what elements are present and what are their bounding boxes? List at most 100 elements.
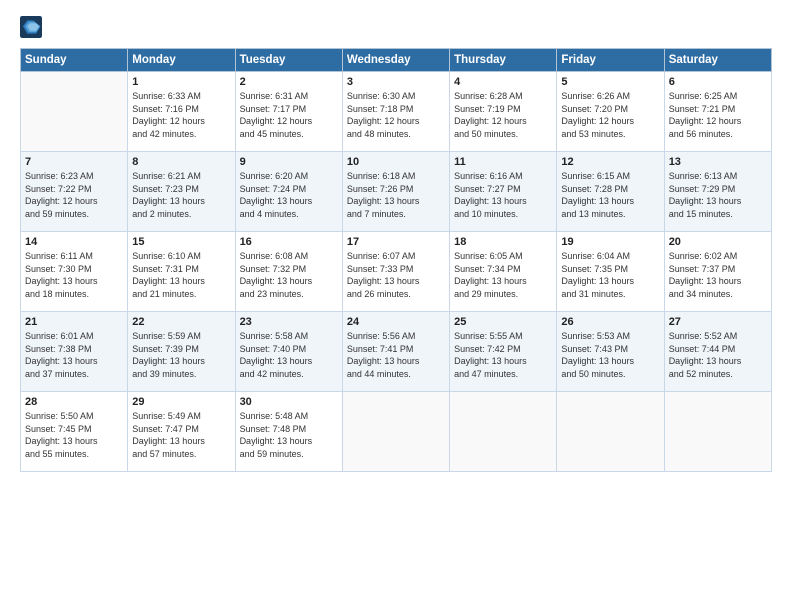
calendar-cell: 2 Sunrise: 6:31 AM Sunset: 7:17 PM Daylig… [235,72,342,152]
day-number: 23 [240,316,338,328]
day-detail: Sunrise: 5:58 AM Sunset: 7:40 PM Dayligh… [240,330,338,380]
day-number: 26 [561,316,659,328]
day-number: 3 [347,76,445,88]
calendar-cell: 19 Sunrise: 6:04 AM Sunset: 7:35 PM Dayli… [557,232,664,312]
calendar-cell: 29 Sunrise: 5:49 AM Sunset: 7:47 PM Dayli… [128,392,235,472]
day-number: 13 [669,156,767,168]
day-number: 20 [669,236,767,248]
calendar-cell: 5 Sunrise: 6:26 AM Sunset: 7:20 PM Daylig… [557,72,664,152]
day-number: 14 [25,236,123,248]
logo-icon [20,16,42,38]
day-number: 27 [669,316,767,328]
day-number: 2 [240,76,338,88]
day-detail: Sunrise: 6:20 AM Sunset: 7:24 PM Dayligh… [240,170,338,220]
day-detail: Sunrise: 6:08 AM Sunset: 7:32 PM Dayligh… [240,250,338,300]
day-detail: Sunrise: 5:50 AM Sunset: 7:45 PM Dayligh… [25,410,123,460]
day-number: 7 [25,156,123,168]
day-detail: Sunrise: 6:05 AM Sunset: 7:34 PM Dayligh… [454,250,552,300]
calendar-header: SundayMondayTuesdayWednesdayThursdayFrid… [21,49,772,72]
calendar-cell: 17Sunrise: 6:07 AM Sunset: 7:33 PM Dayli… [342,232,449,312]
header-day-sunday: Sunday [21,49,128,72]
day-detail: Sunrise: 5:48 AM Sunset: 7:48 PM Dayligh… [240,410,338,460]
calendar-cell: 24 Sunrise: 5:56 AM Sunset: 7:41 PM Dayli… [342,312,449,392]
calendar-cell [664,392,771,472]
calendar-cell: 10 Sunrise: 6:18 AM Sunset: 7:26 PM Dayli… [342,152,449,232]
calendar-cell: 28Sunrise: 5:50 AM Sunset: 7:45 PM Dayli… [21,392,128,472]
header-day-saturday: Saturday [664,49,771,72]
calendar-cell: 30 Sunrise: 5:48 AM Sunset: 7:48 PM Dayli… [235,392,342,472]
calendar-table: SundayMondayTuesdayWednesdayThursdayFrid… [20,48,772,472]
day-number: 29 [132,396,230,408]
calendar-body: 1 Sunrise: 6:33 AM Sunset: 7:16 PM Daylig… [21,72,772,472]
day-detail: Sunrise: 6:18 AM Sunset: 7:26 PM Dayligh… [347,170,445,220]
calendar-cell [557,392,664,472]
week-row-2: 7Sunrise: 6:23 AM Sunset: 7:22 PM Daylig… [21,152,772,232]
day-detail: Sunrise: 6:31 AM Sunset: 7:17 PM Dayligh… [240,90,338,140]
day-number: 18 [454,236,552,248]
calendar-cell: 23 Sunrise: 5:58 AM Sunset: 7:40 PM Dayli… [235,312,342,392]
calendar-cell [21,72,128,152]
day-detail: Sunrise: 6:16 AM Sunset: 7:27 PM Dayligh… [454,170,552,220]
day-number: 21 [25,316,123,328]
day-detail: Sunrise: 6:15 AM Sunset: 7:28 PM Dayligh… [561,170,659,220]
day-number: 9 [240,156,338,168]
day-number: 10 [347,156,445,168]
day-detail: Sunrise: 6:33 AM Sunset: 7:16 PM Dayligh… [132,90,230,140]
day-number: 6 [669,76,767,88]
calendar-cell: 26 Sunrise: 5:53 AM Sunset: 7:43 PM Dayli… [557,312,664,392]
calendar-cell: 7Sunrise: 6:23 AM Sunset: 7:22 PM Daylig… [21,152,128,232]
header-day-wednesday: Wednesday [342,49,449,72]
calendar-cell: 20 Sunrise: 6:02 AM Sunset: 7:37 PM Dayli… [664,232,771,312]
day-detail: Sunrise: 5:59 AM Sunset: 7:39 PM Dayligh… [132,330,230,380]
calendar-cell: 6 Sunrise: 6:25 AM Sunset: 7:21 PM Daylig… [664,72,771,152]
day-detail: Sunrise: 6:07 AM Sunset: 7:33 PM Dayligh… [347,250,445,300]
day-detail: Sunrise: 6:28 AM Sunset: 7:19 PM Dayligh… [454,90,552,140]
header [20,16,772,38]
day-number: 1 [132,76,230,88]
calendar-cell: 9 Sunrise: 6:20 AM Sunset: 7:24 PM Daylig… [235,152,342,232]
logo [20,16,46,38]
day-number: 19 [561,236,659,248]
week-row-4: 21 Sunrise: 6:01 AM Sunset: 7:38 PM Dayli… [21,312,772,392]
day-detail: Sunrise: 5:55 AM Sunset: 7:42 PM Dayligh… [454,330,552,380]
day-detail: Sunrise: 5:53 AM Sunset: 7:43 PM Dayligh… [561,330,659,380]
day-number: 15 [132,236,230,248]
day-number: 5 [561,76,659,88]
calendar-cell: 4 Sunrise: 6:28 AM Sunset: 7:19 PM Daylig… [450,72,557,152]
header-day-friday: Friday [557,49,664,72]
calendar-cell: 16 Sunrise: 6:08 AM Sunset: 7:32 PM Dayli… [235,232,342,312]
week-row-3: 14 Sunrise: 6:11 AM Sunset: 7:30 PM Dayli… [21,232,772,312]
day-detail: Sunrise: 5:52 AM Sunset: 7:44 PM Dayligh… [669,330,767,380]
header-day-tuesday: Tuesday [235,49,342,72]
day-detail: Sunrise: 6:04 AM Sunset: 7:35 PM Dayligh… [561,250,659,300]
day-detail: Sunrise: 6:30 AM Sunset: 7:18 PM Dayligh… [347,90,445,140]
day-detail: Sunrise: 5:49 AM Sunset: 7:47 PM Dayligh… [132,410,230,460]
day-detail: Sunrise: 6:02 AM Sunset: 7:37 PM Dayligh… [669,250,767,300]
calendar-cell [342,392,449,472]
day-detail: Sunrise: 6:25 AM Sunset: 7:21 PM Dayligh… [669,90,767,140]
calendar-cell [450,392,557,472]
calendar-cell: 22 Sunrise: 5:59 AM Sunset: 7:39 PM Dayli… [128,312,235,392]
calendar-cell: 1 Sunrise: 6:33 AM Sunset: 7:16 PM Daylig… [128,72,235,152]
day-number: 8 [132,156,230,168]
day-detail: Sunrise: 6:13 AM Sunset: 7:29 PM Dayligh… [669,170,767,220]
day-detail: Sunrise: 6:26 AM Sunset: 7:20 PM Dayligh… [561,90,659,140]
week-row-1: 1 Sunrise: 6:33 AM Sunset: 7:16 PM Daylig… [21,72,772,152]
day-number: 24 [347,316,445,328]
day-detail: Sunrise: 5:56 AM Sunset: 7:41 PM Dayligh… [347,330,445,380]
header-day-monday: Monday [128,49,235,72]
day-detail: Sunrise: 6:21 AM Sunset: 7:23 PM Dayligh… [132,170,230,220]
day-number: 22 [132,316,230,328]
day-number: 12 [561,156,659,168]
day-detail: Sunrise: 6:11 AM Sunset: 7:30 PM Dayligh… [25,250,123,300]
week-row-5: 28Sunrise: 5:50 AM Sunset: 7:45 PM Dayli… [21,392,772,472]
day-number: 30 [240,396,338,408]
header-day-thursday: Thursday [450,49,557,72]
calendar-cell: 21 Sunrise: 6:01 AM Sunset: 7:38 PM Dayli… [21,312,128,392]
day-number: 4 [454,76,552,88]
calendar-cell: 27 Sunrise: 5:52 AM Sunset: 7:44 PM Dayli… [664,312,771,392]
calendar-cell: 14 Sunrise: 6:11 AM Sunset: 7:30 PM Dayli… [21,232,128,312]
day-number: 25 [454,316,552,328]
day-number: 16 [240,236,338,248]
day-detail: Sunrise: 6:01 AM Sunset: 7:38 PM Dayligh… [25,330,123,380]
